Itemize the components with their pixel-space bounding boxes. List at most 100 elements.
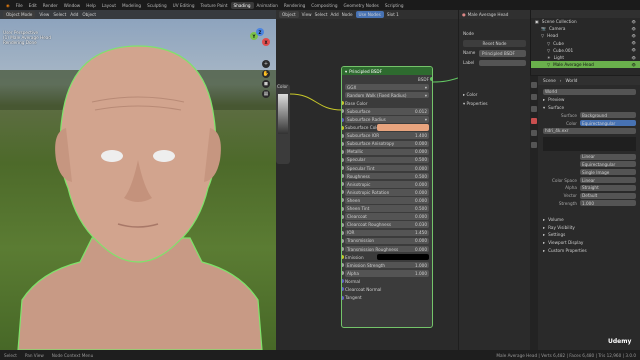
visibility-eye-icon[interactable]: 👁: [632, 48, 636, 52]
property-field[interactable]: Equirectangular: [580, 161, 636, 168]
tab-modeling[interactable]: Modeling: [119, 2, 144, 9]
tab-geometry-nodes[interactable]: Geometry Nodes: [341, 2, 382, 9]
use-nodes-checkbox[interactable]: Use Nodes: [355, 11, 384, 18]
properties-editor[interactable]: Scene › World World ▸ Preview ▾ Surface …: [530, 76, 640, 350]
property-field[interactable]: Linear: [580, 177, 636, 184]
input-socket[interactable]: [342, 117, 344, 122]
menu-window[interactable]: Window: [61, 3, 84, 8]
collapsed-panel[interactable]: ▸ Volume: [531, 215, 640, 223]
tab-sculpting[interactable]: Sculpting: [144, 2, 170, 9]
input-value-slider[interactable]: Specular Tint 0.000: [345, 164, 429, 172]
tab-texture-paint[interactable]: Texture Paint: [198, 2, 231, 9]
input-socket[interactable]: [342, 166, 344, 171]
input-value-slider[interactable]: Emission Strength 1.000: [345, 261, 429, 269]
input-value-slider[interactable]: Metallic 0.000: [345, 148, 429, 156]
property-field[interactable]: Straight: [580, 184, 636, 191]
zoom-icon[interactable]: +: [262, 60, 270, 68]
input-socket[interactable]: [342, 247, 344, 252]
breadcrumb-world[interactable]: World: [565, 78, 577, 83]
input-socket[interactable]: [342, 271, 344, 276]
input-value-slider[interactable]: Sheen Tint 0.500: [345, 205, 429, 212]
blender-logo-icon[interactable]: ◉: [3, 3, 13, 8]
input-value-slider[interactable]: Clearcoat 0.000: [345, 213, 429, 220]
tab-rendering[interactable]: Rendering: [281, 2, 308, 9]
tab-compositing[interactable]: Compositing: [308, 2, 340, 9]
outliner-item[interactable]: ▽ Cube 👁: [531, 40, 640, 47]
collapsed-panel[interactable]: ▸ Custom Properties: [531, 247, 640, 255]
visibility-eye-icon[interactable]: 👁: [632, 27, 636, 31]
distribution-dropdown[interactable]: GGX ▾: [345, 83, 429, 91]
visibility-eye-icon[interactable]: 👁: [632, 20, 636, 24]
visibility-eye-icon[interactable]: 👁: [632, 63, 636, 67]
input-socket[interactable]: [342, 238, 344, 243]
node-section-header[interactable]: Node: [463, 31, 526, 36]
property-field[interactable]: Single Image: [580, 169, 636, 176]
name-field[interactable]: Principled BSDF: [479, 50, 526, 57]
subsurface-radius-dropdown[interactable]: Subsurface Radius ▾: [345, 116, 429, 123]
viewport-menu-add[interactable]: Add: [70, 12, 78, 17]
image-texture-node[interactable]: Color: [276, 84, 290, 164]
outliner-item[interactable]: ▣ Scene Collection 👁: [531, 18, 640, 25]
navigation-gizmo[interactable]: X Y Z: [248, 28, 272, 54]
output-tab-icon[interactable]: [531, 94, 537, 100]
input-value-slider[interactable]: Transmission Roughness 0.000: [345, 245, 429, 253]
input-socket[interactable]: [342, 230, 344, 235]
input-value-slider[interactable]: Anisotropic 0.000: [345, 181, 429, 188]
property-field[interactable]: Default: [580, 192, 636, 199]
breadcrumb-scene[interactable]: Scene: [543, 78, 556, 83]
input-value-slider[interactable]: Clearcoat Roughness 0.030: [345, 221, 429, 228]
color-input-field[interactable]: Equirectangular: [580, 120, 636, 127]
object-type-dropdown[interactable]: Object: [279, 11, 299, 18]
outliner-item[interactable]: ▽ Cube.001 👁: [531, 47, 640, 54]
input-socket[interactable]: [342, 255, 344, 260]
surface-shader-field[interactable]: Background: [580, 112, 636, 119]
input-value-slider[interactable]: IOR 1.450: [345, 229, 429, 237]
input-socket[interactable]: [342, 279, 344, 284]
preview-section[interactable]: ▸ Preview: [531, 96, 640, 104]
input-socket[interactable]: [342, 222, 344, 227]
surface-section[interactable]: ▾ Surface: [531, 104, 640, 112]
menu-help[interactable]: Help: [83, 3, 99, 8]
input-socket[interactable]: [342, 295, 344, 300]
bsdf-output-socket[interactable]: [430, 77, 432, 82]
tab-scripting[interactable]: Scripting: [382, 2, 407, 9]
label-field[interactable]: [479, 60, 526, 66]
property-field[interactable]: 1.000: [580, 200, 636, 207]
outliner[interactable]: ▣ Scene Collection 👁 📷 Camera 👁 ▽ Head 👁 ▽ Cube 👁 ▽ C…: [530, 10, 640, 75]
slot-dropdown[interactable]: Slot 1: [387, 12, 399, 17]
node-menu-add[interactable]: Add: [331, 12, 339, 17]
visibility-eye-icon[interactable]: 👁: [632, 34, 636, 38]
input-socket[interactable]: [342, 125, 344, 130]
input-socket[interactable]: [342, 109, 344, 114]
input-value-slider[interactable]: Subsurface 0.012: [345, 108, 429, 115]
menu-render[interactable]: Render: [40, 3, 61, 8]
input-socket[interactable]: [342, 206, 344, 211]
input-socket[interactable]: [342, 214, 344, 219]
input-value-slider[interactable]: Alpha 1.000: [345, 270, 429, 277]
input-socket[interactable]: [342, 190, 344, 195]
reset-node-button[interactable]: Reset Node: [463, 40, 526, 47]
tab-layout[interactable]: Layout: [99, 2, 119, 9]
pan-hand-icon[interactable]: ✋: [262, 70, 270, 78]
collapsed-panel[interactable]: ▸ Viewport Display: [531, 239, 640, 247]
node-menu-node[interactable]: Node: [342, 12, 353, 17]
input-value-slider[interactable]: Roughness 0.500: [345, 172, 429, 180]
input-value-slider[interactable]: Anisotropic Rotation 0.000: [345, 189, 429, 196]
node-menu-view[interactable]: View: [302, 12, 312, 17]
input-socket[interactable]: [342, 157, 344, 162]
input-value-slider[interactable]: Specular 0.500: [345, 156, 429, 164]
principled-bsdf-node[interactable]: ▾ Principled BSDF BSDF GGX ▾ Random Walk …: [341, 66, 433, 328]
visibility-eye-icon[interactable]: 👁: [632, 56, 636, 60]
world-tab-icon[interactable]: [531, 118, 537, 124]
collapsed-panel[interactable]: ▸ Settings: [531, 231, 640, 239]
color-swatch[interactable]: [377, 124, 429, 131]
input-socket[interactable]: [342, 133, 344, 138]
input-socket[interactable]: [342, 182, 344, 187]
outliner-item[interactable]: ▽ Male Average Head 👁: [531, 61, 640, 69]
3d-viewport[interactable]: User Perspective (1) Male Average Head R…: [0, 10, 276, 350]
property-field[interactable]: Linear: [580, 153, 636, 160]
grid-icon[interactable]: ▦: [262, 90, 270, 98]
object-tab-icon[interactable]: [531, 130, 537, 136]
object-mode-dropdown[interactable]: Object Mode: [3, 11, 36, 18]
world-name-field[interactable]: World: [543, 88, 636, 95]
